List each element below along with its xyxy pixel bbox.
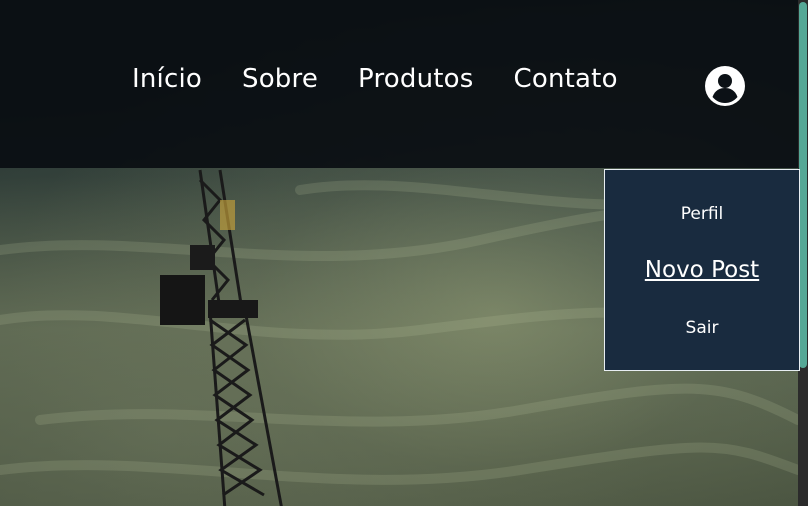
nav-link-sobre[interactable]: Sobre (242, 64, 318, 94)
scrollbar-thumb[interactable] (799, 2, 807, 368)
nav-links: Início Sobre Produtos Contato (132, 64, 618, 94)
user-dropdown-menu: Perfil Novo Post Sair (604, 169, 800, 371)
nav-link-contato[interactable]: Contato (514, 64, 618, 94)
crane-image (160, 169, 283, 506)
menu-item-sair[interactable]: Sair (605, 318, 799, 338)
nav-link-produtos[interactable]: Produtos (358, 64, 473, 94)
user-circle-icon[interactable] (705, 66, 745, 106)
top-navbar: Início Sobre Produtos Contato (0, 0, 798, 168)
menu-item-novo-post[interactable]: Novo Post (605, 257, 799, 283)
nav-link-inicio[interactable]: Início (132, 64, 202, 94)
menu-item-perfil[interactable]: Perfil (605, 204, 799, 224)
